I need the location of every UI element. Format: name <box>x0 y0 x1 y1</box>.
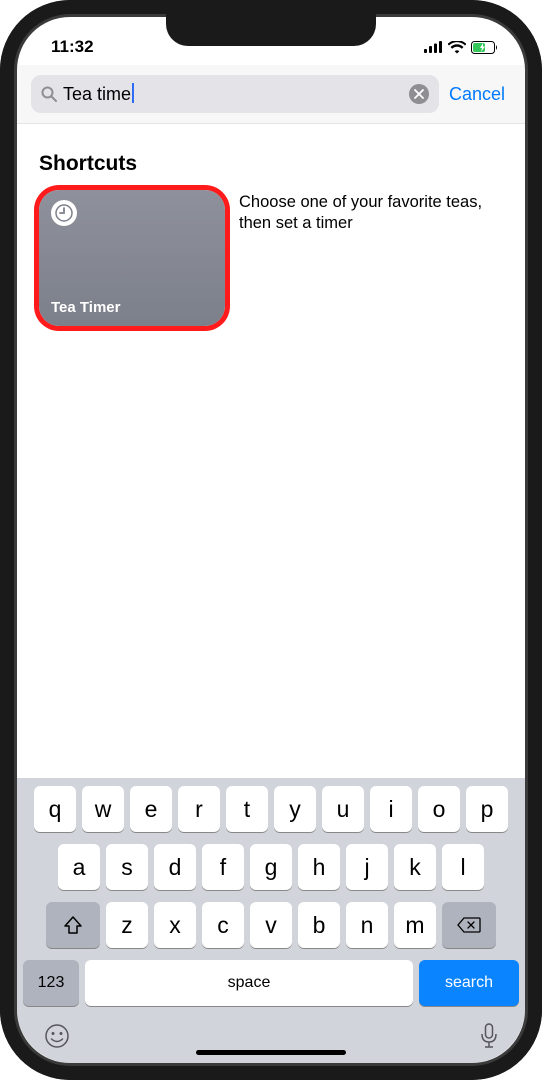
key-z[interactable]: z <box>106 902 148 948</box>
search-bar: Tea time Cancel <box>17 65 525 124</box>
search-input[interactable]: Tea time <box>31 75 439 113</box>
key-n[interactable]: n <box>346 902 388 948</box>
status-time: 11:32 <box>51 37 94 57</box>
key-d[interactable]: d <box>154 844 196 890</box>
battery-charging-icon <box>471 41 499 54</box>
key-j[interactable]: j <box>346 844 388 890</box>
key-w[interactable]: w <box>82 786 124 832</box>
cancel-button[interactable]: Cancel <box>449 84 511 105</box>
key-l[interactable]: l <box>442 844 484 890</box>
wifi-icon <box>448 41 466 54</box>
search-icon <box>41 86 57 102</box>
key-o[interactable]: o <box>418 786 460 832</box>
shift-key[interactable] <box>46 902 100 948</box>
key-t[interactable]: t <box>226 786 268 832</box>
key-f[interactable]: f <box>202 844 244 890</box>
search-key[interactable]: search <box>419 960 519 1006</box>
key-a[interactable]: a <box>58 844 100 890</box>
clock-icon <box>51 200 77 226</box>
space-key[interactable]: space <box>85 960 413 1006</box>
key-k[interactable]: k <box>394 844 436 890</box>
key-y[interactable]: y <box>274 786 316 832</box>
home-indicator[interactable] <box>196 1050 346 1055</box>
keyboard-toolbar <box>17 1018 525 1063</box>
key-x[interactable]: x <box>154 902 196 948</box>
emoji-icon[interactable] <box>43 1022 71 1055</box>
results-area: Shortcuts Tea Timer Choose one of your f… <box>17 124 525 778</box>
clear-search-button[interactable] <box>409 84 429 104</box>
search-value: Tea time <box>63 83 403 105</box>
shortcut-description: Choose one of your favorite teas, then s… <box>239 190 505 235</box>
key-g[interactable]: g <box>250 844 292 890</box>
key-h[interactable]: h <box>298 844 340 890</box>
key-c[interactable]: c <box>202 902 244 948</box>
numeric-key[interactable]: 123 <box>23 960 79 1006</box>
key-m[interactable]: m <box>394 902 436 948</box>
keyboard: qwertyuiop asdfghjkl zxcvbnm 123 space s… <box>17 778 525 1018</box>
key-v[interactable]: v <box>250 902 292 948</box>
shortcut-title: Tea Timer <box>51 299 213 316</box>
dictation-icon[interactable] <box>479 1022 499 1055</box>
key-e[interactable]: e <box>130 786 172 832</box>
shortcut-tea-timer[interactable]: Tea Timer <box>39 190 225 326</box>
key-s[interactable]: s <box>106 844 148 890</box>
key-b[interactable]: b <box>298 902 340 948</box>
key-q[interactable]: q <box>34 786 76 832</box>
backspace-key[interactable] <box>442 902 496 948</box>
cell-signal-icon <box>424 41 443 53</box>
key-i[interactable]: i <box>370 786 412 832</box>
key-r[interactable]: r <box>178 786 220 832</box>
key-u[interactable]: u <box>322 786 364 832</box>
key-p[interactable]: p <box>466 786 508 832</box>
section-title: Shortcuts <box>39 152 505 176</box>
